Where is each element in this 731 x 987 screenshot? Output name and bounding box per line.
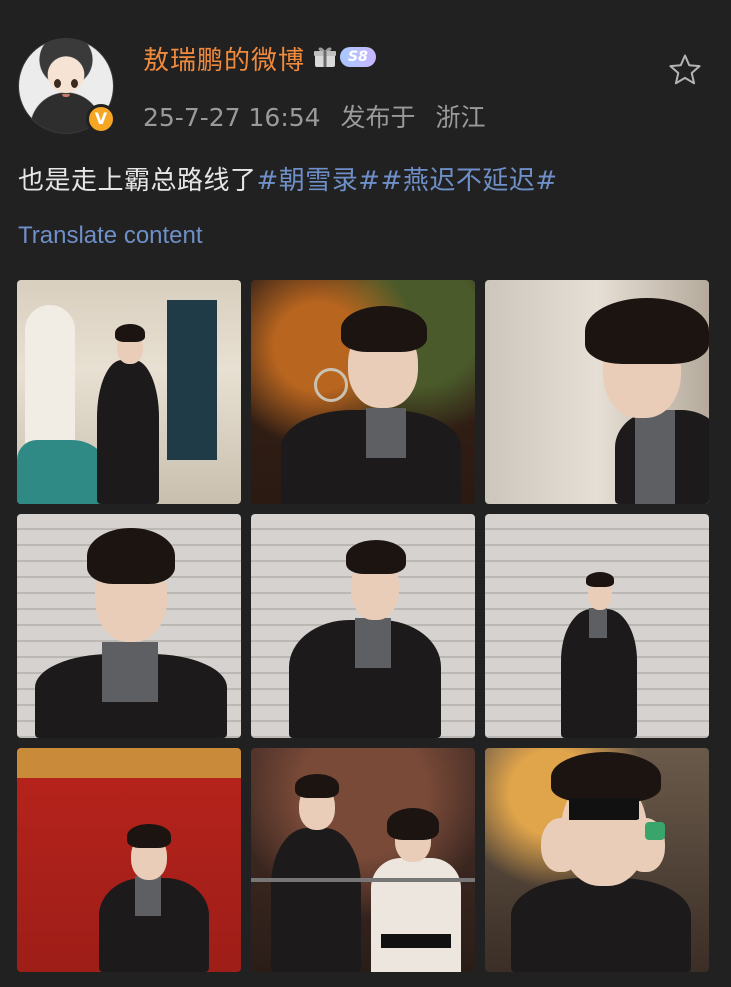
verified-icon: V (86, 104, 116, 134)
hashtag-link[interactable]: #燕迟不延迟# (381, 166, 558, 196)
post-image-6[interactable] (485, 514, 709, 738)
post-image-8[interactable] (251, 748, 475, 972)
avatar-mouth (62, 94, 70, 97)
post-image-9[interactable] (485, 748, 709, 972)
hashtag-link[interactable]: #朝雪录# (257, 166, 381, 196)
avatar-eye-right (71, 79, 78, 88)
post-image-4[interactable] (17, 514, 241, 738)
post-image-2[interactable] (251, 280, 475, 504)
post-meta: 25-7-27 16:54 发布于 浙江 (143, 98, 486, 134)
post-image-7[interactable] (17, 748, 241, 972)
verified-mark: V (94, 109, 108, 128)
weibo-post: V 敖瑞鹏的微博 S8 25-7-27 16:54 发布于 浙江 也是走上霸总路… (0, 0, 731, 987)
timestamp: 25-7-27 16:54 (143, 103, 321, 132)
level-label: S8 (340, 47, 376, 67)
location-prefix: 发布于 (340, 103, 416, 132)
image-grid (17, 280, 709, 972)
post-image-1[interactable] (17, 280, 241, 504)
level-badge[interactable]: S8 (312, 45, 376, 69)
username[interactable]: 敖瑞鹏的微博 (143, 40, 305, 77)
avatar-eye-left (54, 79, 61, 88)
location: 浙江 (435, 103, 486, 132)
favorite-button[interactable] (667, 52, 703, 88)
gift-icon (312, 45, 338, 69)
avatar[interactable]: V (18, 38, 116, 134)
star-icon (669, 54, 701, 85)
post-body: 也是走上霸总路线了 (18, 166, 257, 196)
translate-link[interactable]: Translate content (18, 222, 203, 250)
post-text: 也是走上霸总路线了#朝雪录##燕迟不延迟# (18, 160, 558, 197)
post-image-3[interactable] (485, 280, 709, 504)
post-image-5[interactable] (251, 514, 475, 738)
